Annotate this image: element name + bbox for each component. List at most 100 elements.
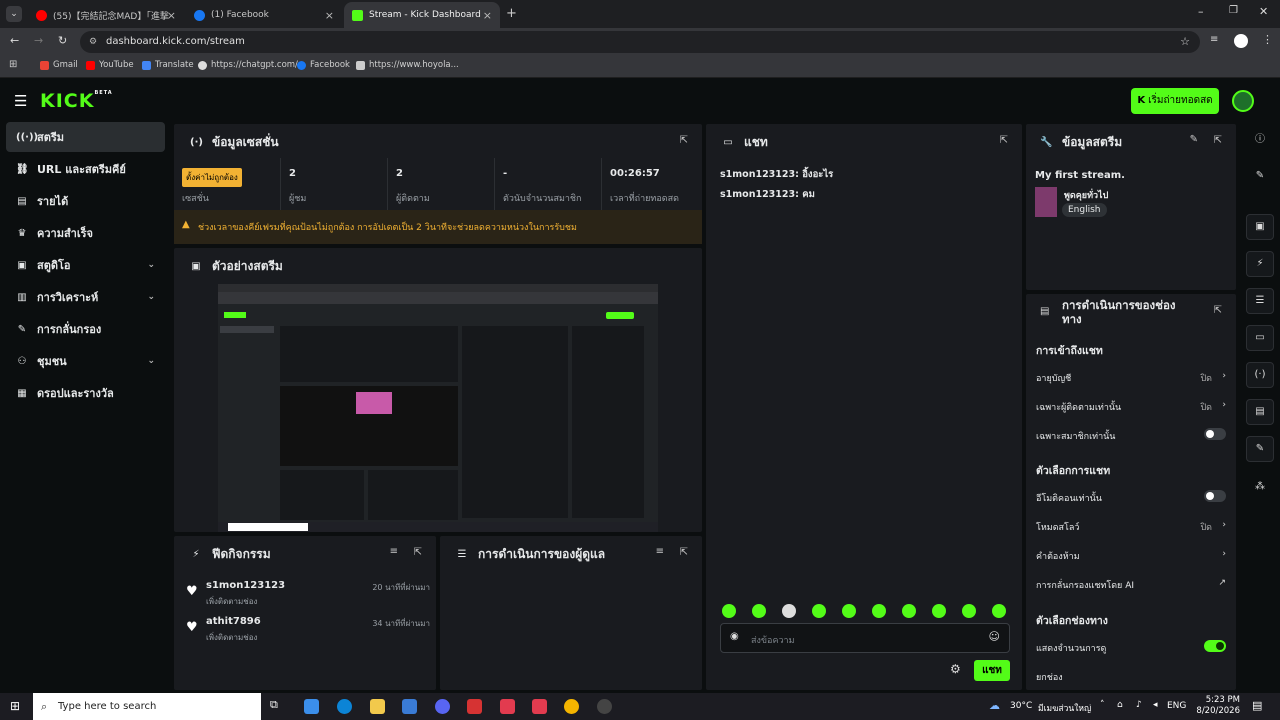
windows-start-icon[interactable]: ⊞ [10,699,20,713]
tab-kick-dashboard[interactable]: Stream - Kick Dashboard × [344,2,500,28]
popout-icon[interactable]: ⇱ [1000,135,1008,146]
popout-icon[interactable]: ⇱ [1214,305,1222,316]
stack-icon[interactable]: ▤ [1246,399,1274,425]
stream-category[interactable]: พูดคุยทั่วไป [1064,188,1108,202]
task-view-icon[interactable]: ⧉ [270,698,278,712]
tray-chevron-icon[interactable]: ˄ [1100,700,1105,710]
close-tab-icon[interactable]: × [483,9,492,22]
close-window-icon[interactable]: ✕ [1259,5,1268,18]
close-tab-icon[interactable]: × [167,9,176,22]
store-icon[interactable] [402,699,417,714]
back-icon[interactable]: ← [10,34,19,47]
emote-icon[interactable] [932,604,946,618]
setting-ai-moderation[interactable]: การกลั่นกรองแชทโดย AI ↗ [1036,578,1226,592]
popout-icon[interactable]: ⇱ [680,135,688,146]
chrome-icon[interactable] [564,699,579,714]
preview-panel-icon[interactable]: ▣ [1246,214,1274,240]
profile-avatar[interactable] [1234,34,1248,48]
mic-icon[interactable]: ♪ [1136,700,1142,710]
app-icon[interactable] [467,699,482,714]
setting-account-age[interactable]: อายุบัญชี ปิด › [1036,371,1226,385]
activity-username[interactable]: s1mon123123 [206,580,285,591]
tab-facebook[interactable]: (1) Facebook × [186,2,342,28]
app-icon[interactable] [500,699,515,714]
filter-icon[interactable]: ≡ [656,546,664,557]
downloads-icon[interactable]: ≡ [1210,34,1218,45]
emote-icon[interactable] [962,604,976,618]
emote-icon[interactable] [842,604,856,618]
apps-icon[interactable]: ⊞ [9,59,17,70]
bookmark-chatgpt[interactable]: https://chatgpt.com/ [198,60,298,70]
sidebar-item-revenue[interactable]: ▤ รายได้ [6,186,165,216]
bookmark-facebook[interactable]: Facebook [297,60,350,70]
emotes-only-toggle[interactable] [1204,490,1226,502]
input-language[interactable]: ENG [1167,701,1186,711]
go-live-button[interactable]: K เริ่มถ่ายทอดสด [1131,88,1219,114]
hamburger-menu-icon[interactable]: ☰ [14,92,27,110]
emote-icon[interactable] [902,604,916,618]
chat-send-button[interactable]: แชท [974,660,1010,681]
obs-icon[interactable] [597,699,612,714]
user-avatar[interactable] [1232,90,1254,112]
maximize-icon[interactable]: ❐ [1229,5,1238,16]
wrench-icon[interactable]: ✎ [1246,436,1274,462]
forward-icon[interactable]: → [34,34,43,47]
setting-banned-words[interactable]: คำต้องห้าม › [1036,549,1226,563]
setting-leave-channel[interactable]: ยกช่อง [1036,670,1226,684]
emote-icon[interactable] [752,604,766,618]
emote-icon[interactable] [722,604,736,618]
sidebar-item-drops-rewards[interactable]: ▦ ดรอปและรางวัล [6,378,165,408]
setting-followers-only[interactable]: เฉพาะผู้ติดตามเท่านั้น ปิด › [1036,400,1226,414]
sidebar-item-achievements[interactable]: ♛ ความสำเร็จ [6,218,165,248]
emote-icon[interactable] [812,604,826,618]
edit-pencil-icon[interactable]: ✎ [1190,134,1198,145]
add-widget-icon[interactable]: ⁂ [1246,475,1274,501]
bookmark-youtube[interactable]: YouTube [86,60,134,70]
popout-icon[interactable]: ⇱ [680,547,688,558]
notifications-icon[interactable]: ▤ [1252,699,1262,712]
tab-youtube[interactable]: (55)【完結記念MAD】「進撃 × [28,2,184,28]
chat-icon[interactable]: ▭ [1246,325,1274,351]
chat-input[interactable]: ◉ ส่งข้อความ ☺ [720,623,1010,653]
bookmark-hoyolab[interactable]: https://www.hoyola... [356,60,459,70]
url-input[interactable]: ⚙ dashboard.kick.com/stream ☆ [80,31,1200,53]
sidebar-item-stream[interactable]: ((·)) สตรีม [6,122,165,152]
close-tab-icon[interactable]: × [325,9,334,22]
menu-icon[interactable]: ⋮ [1262,33,1273,46]
site-info-icon[interactable]: ⚙ [89,31,97,53]
edge-icon[interactable] [337,699,352,714]
stream-preview-video[interactable] [218,284,658,532]
copilot-icon[interactable] [304,699,319,714]
list-icon[interactable]: ☰ [1246,288,1274,314]
emoji-icon[interactable]: ☺ [989,630,1000,643]
sidebar-item-studio[interactable]: ▣ สตูดิโอ ⌄ [6,250,165,280]
bookmark-translate[interactable]: Translate [142,60,194,70]
bolt-icon[interactable]: ⚡ [1246,251,1274,277]
bookmark-gmail[interactable]: Gmail [40,60,78,70]
info-icon[interactable]: ⓘ [1246,128,1274,154]
taskbar-clock[interactable]: 5:23 PM 8/20/2026 [1196,695,1240,717]
emote-icon[interactable] [992,604,1006,618]
filter-icon[interactable]: ≡ [390,546,398,557]
new-tab-icon[interactable]: + [506,6,517,21]
network-icon[interactable]: ⌂ [1117,700,1123,710]
bookmark-star-icon[interactable]: ☆ [1180,31,1190,53]
file-explorer-icon[interactable] [370,699,385,714]
edit-pencil-icon[interactable]: ✎ [1246,164,1274,190]
discord-icon[interactable] [435,699,450,714]
popout-icon[interactable]: ⇱ [414,547,422,558]
volume-icon[interactable]: ◂ [1153,700,1158,710]
taskbar-search-input[interactable]: ⌕ Type here to search [33,693,261,720]
sidebar-item-url-stream-key[interactable]: ⛓ URL และสตรีมคีย์ [6,154,165,184]
show-viewers-toggle[interactable] [1204,640,1226,652]
subs-only-toggle[interactable] [1204,428,1226,440]
minimize-icon[interactable]: – [1198,5,1204,18]
activity-username[interactable]: athit7896 [206,616,261,627]
emote-icon[interactable] [872,604,886,618]
weather-temp[interactable]: 30°C [1010,701,1032,711]
setting-slow-mode[interactable]: โหมดสโลว์ ปิด › [1036,520,1226,534]
broadcast-icon[interactable]: (·) [1246,362,1274,388]
tab-search-icon[interactable]: ⌄ [6,6,22,22]
chat-settings-gear-icon[interactable]: ⚙ [950,662,961,676]
sidebar-item-analytics[interactable]: ▥ การวิเคราะห์ ⌄ [6,282,165,312]
